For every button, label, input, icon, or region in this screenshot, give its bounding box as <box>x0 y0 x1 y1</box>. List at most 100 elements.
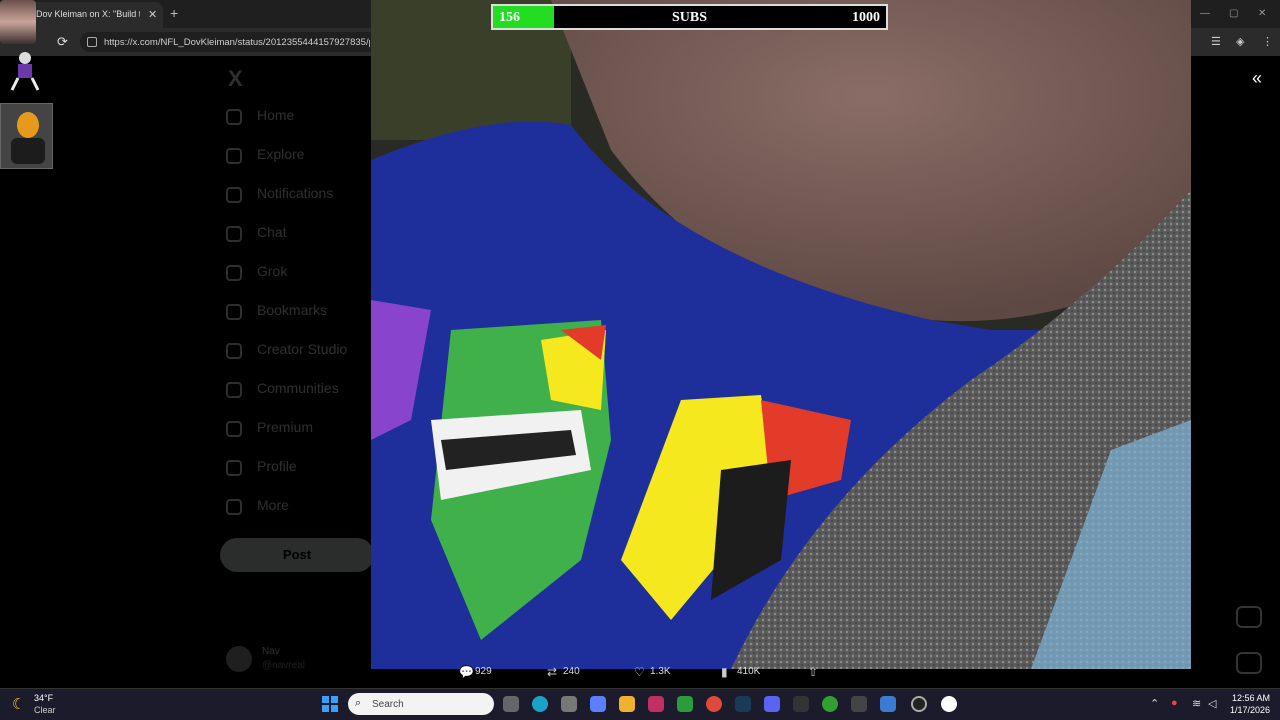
people-icon <box>226 382 242 398</box>
music-icon[interactable] <box>648 696 664 712</box>
epic-icon[interactable] <box>793 696 809 712</box>
nav-label: Communities <box>257 380 339 396</box>
file-explorer-icon[interactable] <box>619 696 635 712</box>
x-logo[interactable]: X <box>228 66 243 92</box>
mascot-body <box>11 138 45 164</box>
nav-label: Chat <box>257 224 287 240</box>
tray-chevron-icon[interactable]: ⌃ <box>1150 697 1159 710</box>
bookmark-icon <box>226 304 242 320</box>
weather-temperature[interactable]: 34°F <box>34 693 53 703</box>
wifi-icon[interactable]: ≋ <box>1192 697 1201 710</box>
reply-icon: 💬 <box>459 665 474 679</box>
nav-explore[interactable]: Explore <box>226 144 376 170</box>
nav-creator-studio[interactable]: Creator Studio <box>226 339 376 365</box>
grok-action-icon[interactable] <box>1236 606 1262 628</box>
clock-date[interactable]: 1/17/2026 <box>1230 705 1270 715</box>
nav-chat[interactable]: Chat <box>226 222 376 248</box>
steam-icon[interactable] <box>735 696 751 712</box>
excel-icon[interactable] <box>677 696 693 712</box>
nav-premium[interactable]: Premium <box>226 417 376 443</box>
player-figure-icon <box>10 52 40 91</box>
lock-icon <box>226 343 242 359</box>
tab-title: Dov Kleiman on X: "Build the p <box>36 9 140 19</box>
like-count: 1.3K <box>650 666 671 677</box>
site-info-icon[interactable] <box>87 37 97 47</box>
account-name: Nav <box>262 646 280 657</box>
views-icon: ▮ <box>721 665 728 679</box>
collapse-panel-icon[interactable]: « <box>1252 68 1262 89</box>
grok-icon <box>226 265 242 281</box>
x-premium-icon <box>226 421 242 437</box>
repost-icon: ⇄ <box>547 665 558 679</box>
nav-label: Home <box>257 107 295 123</box>
edge-icon[interactable] <box>532 696 548 712</box>
nav-home[interactable]: Home <box>226 105 376 131</box>
video-frame <box>371 0 1191 669</box>
photos-icon[interactable] <box>880 696 896 712</box>
moon-icon[interactable]: ☾ <box>12 695 25 713</box>
new-tab-button[interactable]: + <box>170 5 178 21</box>
bell-icon <box>226 187 242 203</box>
nav-label: Grok <box>257 263 288 279</box>
messages-icon[interactable] <box>1236 652 1262 674</box>
nav-label: Creator Studio <box>257 341 348 357</box>
obs-icon[interactable] <box>911 696 927 712</box>
nav-profile[interactable]: Profile <box>226 456 376 482</box>
menu-icon[interactable]: ⋮ <box>1262 35 1273 48</box>
close-window-button[interactable]: ✕ <box>1258 8 1266 19</box>
task-view-icon[interactable] <box>503 696 519 712</box>
reply-count: 929 <box>475 666 492 677</box>
post-button[interactable]: Post <box>220 538 374 572</box>
taskbar <box>0 688 1280 720</box>
reload-icon[interactable]: ⟳ <box>57 34 68 50</box>
nav-grok[interactable]: Grok <box>226 261 376 287</box>
x-sidebar: X Home Explore Notifications Chat Grok B… <box>220 60 380 680</box>
search-placeholder[interactable]: Search <box>372 699 404 710</box>
tab-close-icon[interactable]: ✕ <box>148 8 157 21</box>
chrome-icon[interactable] <box>706 696 722 712</box>
settings-icon[interactable] <box>561 696 577 712</box>
copilot-icon[interactable] <box>590 696 606 712</box>
microphone-icon[interactable]: ● <box>1171 697 1178 709</box>
avatar[interactable] <box>226 646 252 672</box>
search-icon: ⌕ <box>355 697 362 709</box>
media-viewer[interactable] <box>371 0 1191 669</box>
nav-label: Profile <box>257 458 297 474</box>
discord-icon[interactable] <box>764 696 780 712</box>
clock-time[interactable]: 12:56 AM <box>1232 693 1270 703</box>
nav-communities[interactable]: Communities <box>226 378 376 404</box>
weather-condition[interactable]: Clear <box>34 705 56 715</box>
xbox-icon[interactable] <box>822 696 838 712</box>
nav-label: Explore <box>257 146 305 162</box>
app-icon[interactable] <box>851 696 867 712</box>
share-icon: ⇧ <box>808 665 819 679</box>
nav-notifications[interactable]: Notifications <box>226 183 376 209</box>
unreal-icon[interactable] <box>941 696 957 712</box>
nav-label: Premium <box>257 419 314 435</box>
url-text[interactable]: https://x.com/NFL_DovKleiman/status/2012… <box>104 37 370 48</box>
nav-label: More <box>257 497 289 513</box>
mascot-overlay <box>0 103 53 169</box>
account-handle: @navreal <box>262 660 305 671</box>
nav-label: Bookmarks <box>257 302 328 318</box>
webcam-overlay <box>0 0 36 44</box>
mascot-head <box>17 112 39 138</box>
nav-more[interactable]: More <box>226 495 376 521</box>
nav-bookmarks[interactable]: Bookmarks <box>226 300 376 326</box>
explore-icon <box>226 148 242 164</box>
more-icon <box>226 499 242 515</box>
start-button[interactable] <box>322 696 338 712</box>
person-icon <box>226 460 242 476</box>
reading-list-icon[interactable]: ☰ <box>1211 35 1221 48</box>
extension-icon[interactable]: ◈ <box>1236 35 1244 48</box>
minimize-button[interactable]: — <box>1200 8 1210 19</box>
maximize-button[interactable]: ▢ <box>1229 8 1238 19</box>
volume-icon[interactable]: ◁ <box>1208 697 1216 710</box>
taskbar-search[interactable] <box>348 693 494 715</box>
subs-goal-bar: 156 SUBS 1000 <box>491 4 888 30</box>
subs-goal: 1000 <box>852 10 880 25</box>
chat-icon <box>226 226 242 242</box>
home-icon <box>226 109 242 125</box>
views-count: 410K <box>737 666 761 677</box>
like-icon: ♡ <box>634 665 645 679</box>
